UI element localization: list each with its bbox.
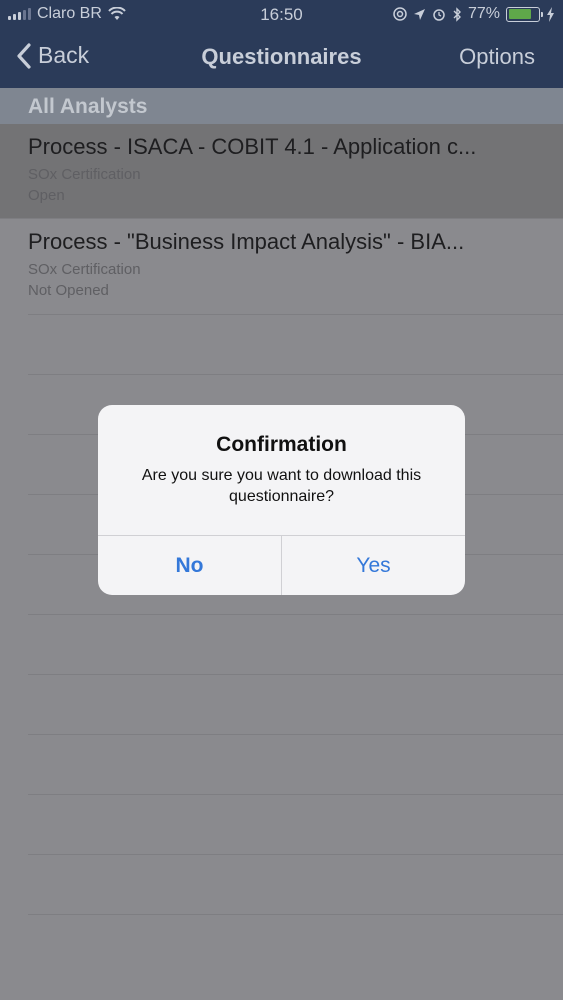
alarm-clock-icon bbox=[433, 9, 445, 21]
dialog-title: Confirmation bbox=[216, 433, 347, 456]
status-right: 77% bbox=[393, 5, 555, 23]
battery-percent: 77% bbox=[467, 5, 500, 22]
dialog-buttons: No Yes bbox=[98, 535, 465, 595]
navigation-bar: Back Questionnaires Options bbox=[0, 30, 563, 88]
list-item-category: SOx Certification bbox=[28, 166, 141, 183]
options-button[interactable]: Options bbox=[459, 44, 535, 70]
dialog-message: Are you sure you want to download this q… bbox=[141, 467, 422, 505]
empty-row bbox=[28, 795, 563, 855]
at-sign-icon bbox=[393, 7, 407, 21]
list-item-title: Process - ISACA - COBIT 4.1 - Applicatio… bbox=[28, 134, 477, 159]
yes-button[interactable]: Yes bbox=[281, 536, 465, 595]
location-arrow-icon bbox=[413, 8, 425, 20]
empty-row bbox=[28, 315, 563, 375]
empty-row bbox=[28, 735, 563, 795]
empty-row bbox=[28, 675, 563, 735]
bluetooth-icon bbox=[453, 6, 461, 22]
empty-row bbox=[28, 855, 563, 915]
list-item-status: Open bbox=[28, 187, 65, 204]
charging-bolt-icon bbox=[547, 6, 554, 22]
list-item[interactable]: Process - ISACA - COBIT 4.1 - Applicatio… bbox=[0, 124, 563, 219]
confirmation-dialog: Confirmation Are you sure you want to do… bbox=[98, 405, 465, 595]
list-item[interactable]: Process - "Business Impact Analysis" - B… bbox=[0, 219, 563, 314]
status-bar: Claro BR 16:50 77% bbox=[0, 0, 563, 30]
battery-icon bbox=[506, 6, 543, 22]
empty-row bbox=[28, 615, 563, 675]
list-item-title: Process - "Business Impact Analysis" - B… bbox=[28, 229, 465, 254]
list-item-status: Not Opened bbox=[28, 282, 109, 299]
no-button[interactable]: No bbox=[98, 536, 281, 595]
section-header: All Analysts bbox=[0, 88, 563, 124]
list-item-category: SOx Certification bbox=[28, 261, 141, 278]
